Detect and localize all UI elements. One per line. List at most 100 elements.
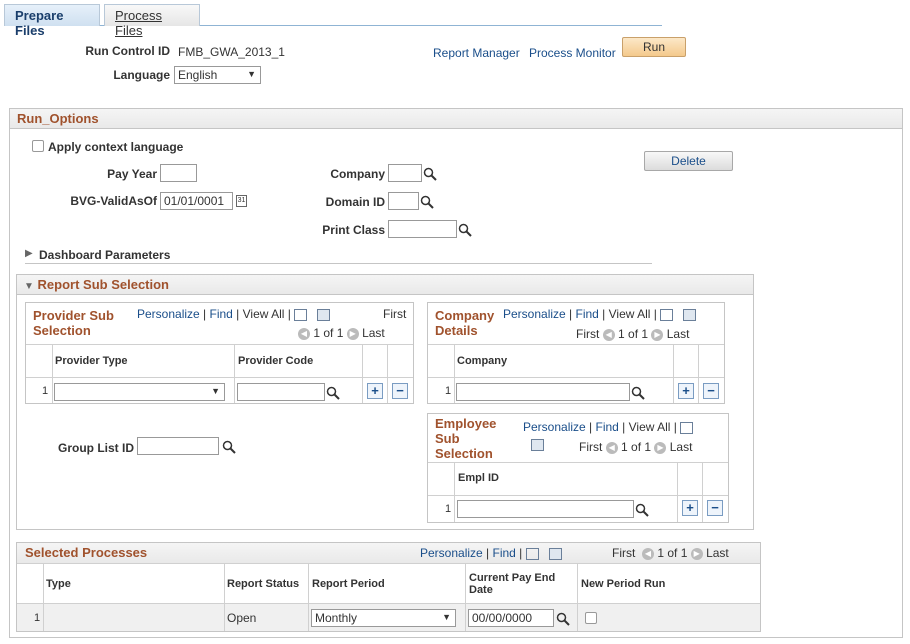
run-options-header: Run_Options [10,109,902,129]
view-all-link[interactable]: View All [629,420,671,434]
delete-button[interactable]: Delete [644,151,733,171]
delete-row-button[interactable]: − [707,500,723,516]
row-number: 1 [42,385,48,397]
zoom-icon[interactable] [660,309,673,321]
selected-processes-title: Selected Processes [25,545,147,560]
col-type: Type [46,578,71,590]
col-report-period: Report Period [312,578,385,590]
tab-prepare-files[interactable]: Prepare Files [4,4,100,26]
previous-icon[interactable]: ◀ [642,548,654,560]
bvg-date-input[interactable]: 01/01/0001 [160,192,233,210]
provider-grid-title: Provider Sub Selection [33,308,133,338]
run-control-label: Run Control ID [60,44,170,58]
collapse-arrow-icon[interactable]: ▼ [24,281,34,292]
last-link[interactable]: Last [667,327,690,341]
personalize-link[interactable]: Personalize [137,307,200,321]
divider [465,564,466,631]
run-control-value: FMB_GWA_2013_1 [178,45,285,59]
download-grid-icon[interactable] [317,309,330,321]
download-grid-icon[interactable] [549,548,562,560]
view-all-link[interactable]: View All [243,307,285,321]
chevron-down-icon: ▼ [211,386,220,396]
personalize-link[interactable]: Personalize [420,546,483,560]
company-input[interactable] [388,164,422,182]
provider-code-input[interactable] [237,383,325,401]
divider [17,563,760,564]
new-period-run-checkbox[interactable] [585,612,597,624]
find-link[interactable]: Find [493,546,516,560]
divider [454,345,455,403]
company-label: Company [300,167,385,181]
provider-type-select[interactable]: ▼ [54,383,225,401]
row-number: 1 [445,503,451,515]
employee-grid-nav: Personalize | Find | View All | [523,420,693,434]
run-button[interactable]: Run [622,37,686,57]
search-icon[interactable] [222,440,236,454]
search-icon[interactable] [420,195,434,209]
employee-grid-title: Employee Sub Selection [435,416,505,461]
domain-id-label: Domain ID [300,195,385,209]
group-list-label: Group List ID [30,441,134,455]
search-icon[interactable] [635,503,649,517]
pay-year-input[interactable] [160,164,197,182]
delete-row-button[interactable]: − [392,383,408,399]
first-label: First [612,546,635,560]
add-row-button[interactable]: + [367,383,383,399]
employee-pager-nav: First ◀ 1 of 1 ▶ Last [579,440,692,454]
find-link[interactable]: Find [576,307,599,321]
pay-end-date-input[interactable]: 00/00/0000 [468,609,554,627]
previous-icon[interactable]: ◀ [603,329,615,341]
find-link[interactable]: Find [596,420,619,434]
report-manager-link[interactable]: Report Manager [433,46,520,60]
last-link[interactable]: Last [670,440,693,454]
report-period-select[interactable]: Monthly▼ [311,609,456,627]
apply-context-checkbox[interactable] [32,140,44,152]
add-row-button[interactable]: + [682,500,698,516]
print-class-input[interactable] [388,220,457,238]
language-select[interactable]: English▼ [174,66,261,84]
process-monitor-link[interactable]: Process Monitor [529,46,616,60]
find-link[interactable]: Find [210,307,233,321]
last-link[interactable]: Last [706,546,729,560]
page-of: 1 of 1 [657,546,687,560]
calendar-icon[interactable]: 31 [236,195,247,207]
group-list-input[interactable] [137,437,219,455]
company-row-input[interactable] [456,383,630,401]
col-new-period-run: New Period Run [581,578,665,590]
divider [25,263,652,264]
download-grid-icon[interactable] [683,309,696,321]
view-all-link[interactable]: View All [609,307,651,321]
last-link[interactable]: Last [362,326,385,340]
search-icon[interactable] [631,386,645,400]
row-number: 1 [34,612,40,624]
delete-row-button[interactable]: − [703,383,719,399]
search-icon[interactable] [458,223,472,237]
next-icon[interactable]: ▶ [347,328,359,340]
search-icon[interactable] [423,167,437,181]
next-icon[interactable]: ▶ [691,548,703,560]
chevron-down-icon: ▼ [442,612,451,622]
add-row-button[interactable]: + [678,383,694,399]
personalize-link[interactable]: Personalize [523,420,586,434]
search-icon[interactable] [556,612,570,626]
next-icon[interactable]: ▶ [654,442,666,454]
previous-icon[interactable]: ◀ [606,442,618,454]
company-pager: First ◀ 1 of 1 ▶ Last [576,327,689,341]
zoom-icon[interactable] [526,548,539,560]
download-grid-icon[interactable] [531,439,544,451]
previous-icon[interactable]: ◀ [298,328,310,340]
divider [43,564,44,631]
tab-process-files[interactable]: Process Files [104,4,200,26]
dashboard-parameters-link[interactable]: Dashboard Parameters [39,248,170,262]
domain-id-input[interactable] [388,192,419,210]
divider [52,345,53,403]
divider [26,377,413,378]
next-icon[interactable]: ▶ [651,329,663,341]
personalize-link[interactable]: Personalize [503,307,566,321]
page-of: 1 of 1 [618,327,648,341]
zoom-icon[interactable] [680,422,693,434]
zoom-icon[interactable] [294,309,307,321]
empl-id-input[interactable] [457,500,634,518]
expand-arrow-icon[interactable]: ▶ [25,248,33,259]
search-icon[interactable] [326,386,340,400]
